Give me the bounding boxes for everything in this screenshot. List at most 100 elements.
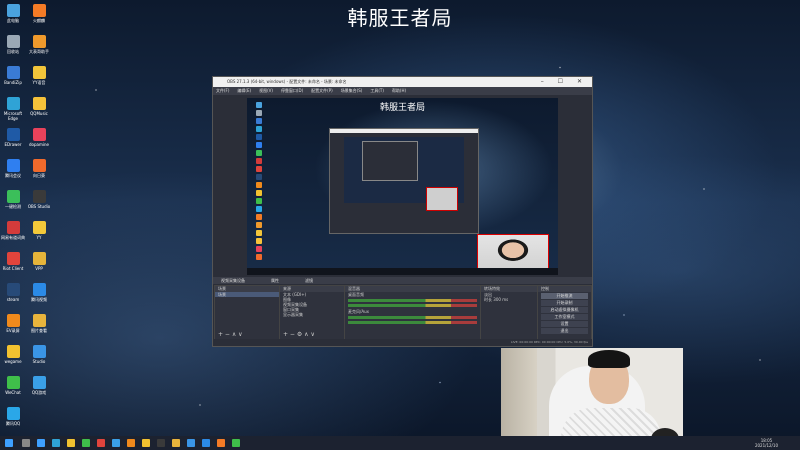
obs-preview[interactable]: 韩服王者局 [247, 98, 558, 275]
app-icon [6, 159, 20, 172]
scene-item[interactable]: 场景 [215, 292, 279, 297]
desktop-icon[interactable]: wegame [0, 345, 26, 364]
menu-item[interactable]: 配置文件(P) [311, 88, 333, 93]
desktop-icon-label: steam [6, 297, 20, 302]
taskbar-app-icon[interactable] [172, 439, 180, 447]
desktop-icon-label: Microsoft Edge [3, 111, 23, 121]
desktop-icon-label: dopamine [29, 142, 49, 147]
app-icon [32, 35, 46, 48]
desktop-icon[interactable]: 腾讯会议 [0, 159, 26, 178]
desktop-icon[interactable]: QQ游戏 [26, 376, 52, 395]
desktop-icon[interactable]: QQMusic [26, 97, 52, 116]
start-button-icon[interactable] [5, 439, 13, 447]
taskbar-app-icon[interactable] [232, 439, 240, 447]
scenes-dock[interactable]: 场景 场景 + − ∧ ∨ [214, 285, 280, 340]
preview-app-icon [256, 158, 262, 164]
preview-app-icon [256, 142, 262, 148]
desktop-icon-label: 腾讯QQ [5, 421, 21, 426]
preview-app-icon [256, 214, 262, 220]
app-icon [32, 4, 46, 17]
desktop-icon[interactable]: Studio [26, 345, 52, 364]
control-button[interactable]: 启动虚拟摄像机 [541, 307, 588, 313]
desktop-icon[interactable]: WeChat [0, 376, 26, 395]
desktop-icon[interactable]: 图片查看 [26, 314, 52, 333]
preview-app-icon [256, 230, 262, 236]
source-tab[interactable]: 属性 [271, 278, 279, 283]
window-controls[interactable]: – ☐ ✕ [541, 77, 588, 87]
scene-add-icon[interactable]: + − ∧ ∨ [218, 331, 243, 338]
desktop-icon[interactable]: 腾讯视频 [26, 283, 52, 302]
preview-app-icon [256, 190, 262, 196]
desktop-icon[interactable]: 此电脑 [0, 4, 26, 23]
desktop-icon[interactable]: 一键检测 [0, 190, 26, 209]
source-item[interactable]: 显示器采集 [280, 312, 344, 317]
menu-item[interactable]: 文件(F) [216, 88, 229, 93]
menu-item[interactable]: 视图(V) [259, 88, 273, 93]
desktop-icon-label: 回收站 [7, 49, 19, 54]
desktop-icon[interactable]: EV录屏 [0, 314, 26, 333]
desktop-icon[interactable]: 大表哥助手 [26, 35, 52, 54]
desktop-icon[interactable]: 回收站 [0, 35, 26, 54]
preview-app-icon [256, 246, 262, 252]
obs-title-bar[interactable]: OBS 27.1.3 (64-bit, windows) - 配置文件: 未命名… [213, 77, 592, 87]
menu-item[interactable]: 场景集合(S) [341, 88, 363, 93]
transitions-dock[interactable]: 转场特效 淡出 时长 300 ms [480, 285, 538, 340]
menu-item[interactable]: 工具(T) [370, 88, 384, 93]
control-button[interactable]: 工作室模式 [541, 314, 588, 320]
control-button[interactable]: 开始推流 [541, 293, 588, 299]
taskbar-app-icon[interactable] [82, 439, 90, 447]
taskbar-app-icon[interactable] [127, 439, 135, 447]
control-button[interactable]: 设置 [541, 321, 588, 327]
desktop-icon[interactable]: steam [0, 283, 26, 302]
duration-input[interactable]: 300 ms [493, 297, 508, 302]
control-button[interactable]: 开始录制 [541, 300, 588, 306]
desktop-icon[interactable]: 火麒麟 [26, 4, 52, 23]
taskbar-app-icon[interactable] [52, 439, 60, 447]
source-tab[interactable]: 滤镜 [305, 278, 313, 283]
desktop-icon-label: EDrawer [4, 142, 22, 147]
preview-app-icon [256, 198, 262, 204]
taskbar-app-icon[interactable] [202, 439, 210, 447]
obs-window[interactable]: OBS 27.1.3 (64-bit, windows) - 配置文件: 未命名… [212, 76, 593, 347]
desktop-icon[interactable]: 网易有道词典 [0, 221, 26, 240]
desktop-icon[interactable]: EDrawer [0, 128, 26, 147]
desktop-icon[interactable]: YY [26, 221, 52, 240]
taskbar-app-icon[interactable] [217, 439, 225, 447]
app-icon [32, 252, 46, 265]
app-icon [6, 4, 20, 17]
control-button[interactable]: 退出 [541, 328, 588, 334]
taskbar-app-icon[interactable] [112, 439, 120, 447]
desktop-icon-label: Riot Client [2, 266, 24, 271]
taskbar-app-icon[interactable] [37, 439, 45, 447]
desktop-icon-label: 腾讯会议 [5, 173, 21, 178]
taskbar-app-icon[interactable] [67, 439, 75, 447]
taskbar-app-icon[interactable] [97, 439, 105, 447]
desktop-icon[interactable]: YY语音 [26, 66, 52, 85]
taskbar-app-icon[interactable] [22, 439, 30, 447]
app-icon [6, 35, 20, 48]
clock-date: 2021/12/10 [754, 443, 778, 448]
desktop-icon[interactable]: 向日葵 [26, 159, 52, 178]
desktop-icon-label: BandiZip [4, 80, 22, 85]
desktop-icon[interactable]: Riot Client [0, 252, 26, 271]
sources-dock[interactable]: 来源 文本 (GDI+) 图像 视频采集设备 窗口采集 显示器采集 + − ⚙ ∧ ∨ [279, 285, 345, 340]
desktop-icon[interactable]: VPP [26, 252, 52, 271]
taskbar-app-icon[interactable] [157, 439, 165, 447]
app-icon [32, 376, 46, 389]
controls-dock[interactable]: 控制 开始推流 开始录制 启动虚拟摄像机 工作室模式 设置 退出 [537, 285, 592, 340]
source-tab[interactable]: 视频采集设备 [221, 278, 245, 283]
menu-item[interactable]: 停靠窗口(D) [281, 88, 303, 93]
source-add-icon[interactable]: + − ⚙ ∧ ∨ [283, 331, 315, 338]
desktop-icon[interactable]: BandiZip [0, 66, 26, 85]
desktop-icon[interactable]: 腾讯QQ [0, 407, 26, 426]
taskbar-app-icon[interactable] [142, 439, 150, 447]
menu-item[interactable]: 编辑(E) [237, 88, 251, 93]
desktop-icon-label: 此电脑 [7, 18, 19, 23]
desktop-icon[interactable]: dopamine [26, 128, 52, 147]
taskbar-app-icon[interactable] [187, 439, 195, 447]
menu-item[interactable]: 帮助(H) [392, 88, 406, 93]
mixer-dock[interactable]: 混音器 桌面音频 麦克风/Aux [344, 285, 481, 340]
desktop-icon[interactable]: OBS Studio [26, 190, 52, 209]
taskbar-clock[interactable]: 18:05 2021/12/10 [755, 438, 778, 448]
desktop-icon[interactable]: Microsoft Edge [0, 97, 26, 121]
